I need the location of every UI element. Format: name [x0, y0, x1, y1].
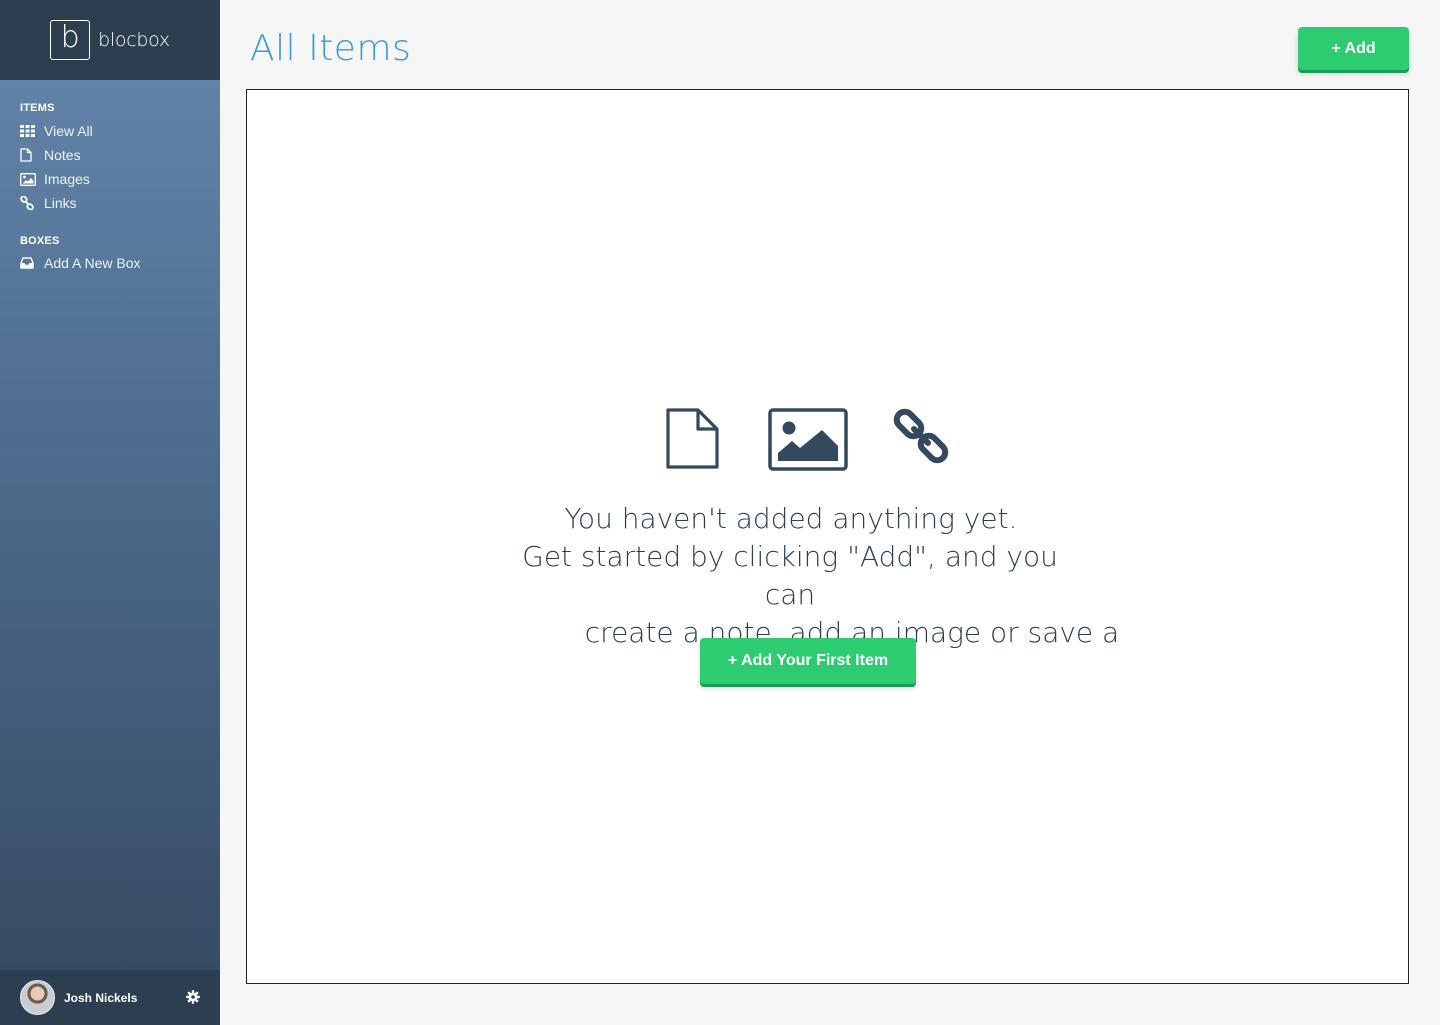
gear-icon[interactable] — [186, 990, 200, 1009]
items-panel: You haven't added anything yet. Get star… — [246, 89, 1409, 984]
link-icon — [20, 196, 44, 210]
boxes-section: BOXES Add A New Box — [0, 235, 220, 275]
user-bar: Josh Nickels — [0, 970, 220, 1025]
sidebar-item-add-box[interactable]: Add A New Box — [20, 251, 220, 275]
sidebar-item-label: View All — [44, 123, 93, 139]
sidebar-item-view-all[interactable]: View All — [20, 119, 220, 143]
sidebar-item-label: Images — [44, 171, 90, 187]
items-heading: ITEMS — [20, 102, 55, 114]
items-section: ITEMS View All Notes Images Links — [0, 102, 220, 215]
logo-mark: b — [50, 20, 91, 60]
document-icon — [666, 408, 719, 469]
sidebar-item-links[interactable]: Links — [20, 191, 220, 215]
image-icon — [768, 408, 848, 471]
sidebar: b blocbox ITEMS View All Notes Images Li… — [0, 0, 220, 1025]
boxes-heading: BOXES — [20, 235, 60, 247]
document-icon — [20, 148, 44, 162]
empty-state-icons — [665, 408, 955, 472]
add-button[interactable]: + Add — [1298, 27, 1409, 70]
logo[interactable]: b blocbox — [0, 0, 220, 80]
add-first-item-button[interactable]: + Add Your First Item — [700, 638, 916, 684]
sidebar-item-label: Notes — [44, 147, 81, 163]
grid-icon — [20, 125, 44, 137]
avatar[interactable] — [20, 980, 55, 1015]
sidebar-item-label: Add A New Box — [44, 255, 141, 271]
image-icon — [20, 172, 44, 186]
inbox-icon — [20, 257, 44, 269]
user-name: Josh Nickels — [64, 990, 138, 1005]
sidebar-item-label: Links — [44, 195, 77, 211]
empty-state-line-2: Get started by clicking "Add", and you c… — [522, 540, 1058, 611]
logo-text: blocbox — [98, 29, 170, 51]
page-title: All Items — [250, 28, 412, 69]
link-icon — [893, 408, 949, 464]
sidebar-item-notes[interactable]: Notes — [20, 143, 220, 167]
empty-state-line-1: You haven't added anything yet. — [564, 502, 1018, 535]
sidebar-item-images[interactable]: Images — [20, 167, 220, 191]
